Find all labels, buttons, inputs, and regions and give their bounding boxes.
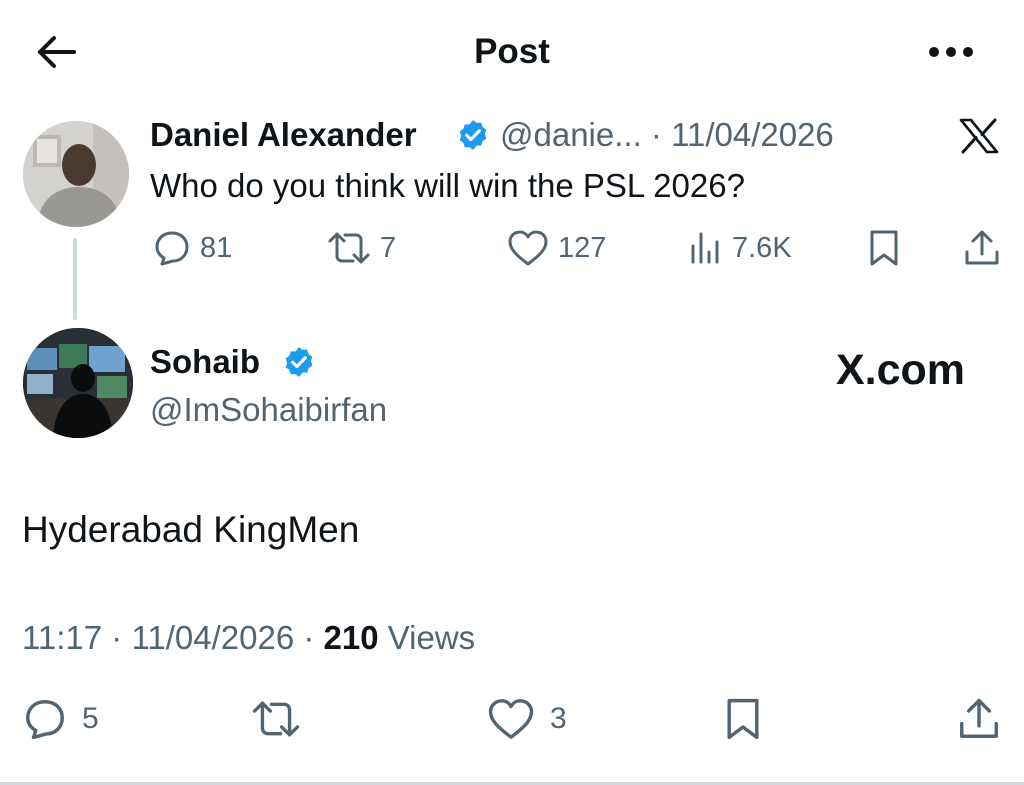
views-icon — [691, 232, 719, 264]
more-options-button[interactable] — [926, 36, 976, 68]
like-count: 127 — [558, 231, 607, 264]
views-count: 7.6K — [732, 231, 792, 264]
reply-count: 81 — [200, 231, 233, 264]
thread-connector-line — [73, 238, 77, 320]
avatar[interactable] — [23, 328, 133, 438]
x-com-watermark: X.com — [836, 346, 966, 394]
reply-icon — [26, 700, 64, 740]
post-text: Hyderabad KingMen — [22, 509, 360, 550]
like-button[interactable]: 127 — [506, 228, 606, 268]
reply-icon — [155, 231, 189, 266]
views-count: 210 — [323, 619, 379, 656]
author-handle-date[interactable]: @danie... · 11/04/2026 — [500, 113, 834, 157]
reply-button[interactable]: 81 — [152, 228, 232, 268]
profile-photo — [23, 121, 129, 227]
views-button[interactable]: 7.6K — [688, 228, 792, 268]
views-label: Views — [378, 619, 476, 656]
author-name[interactable]: Daniel Alexander — [150, 113, 417, 157]
profile-photo — [23, 328, 133, 438]
share-icon — [965, 230, 999, 265]
bookmark-icon — [870, 230, 898, 266]
bookmark-icon — [727, 698, 759, 740]
repost-icon — [252, 701, 300, 737]
reply-button[interactable]: 5 — [22, 696, 99, 742]
bookmark-button[interactable] — [866, 228, 910, 268]
post-timestamp: 11:17 · 11/04/2026 · — [22, 619, 324, 656]
like-count: 3 — [550, 702, 567, 735]
bookmark-button[interactable] — [722, 696, 778, 742]
repost-icon — [328, 232, 370, 264]
share-button[interactable] — [956, 696, 1016, 742]
share-button[interactable] — [962, 228, 1010, 268]
x-logo-icon — [959, 118, 999, 154]
author-handle[interactable]: @ImSohaibirfan — [150, 388, 387, 432]
page-title: Post — [474, 32, 550, 71]
repost-button[interactable] — [250, 696, 316, 742]
share-icon — [960, 698, 998, 738]
author-name[interactable]: Sohaib — [150, 340, 260, 384]
heart-icon — [488, 699, 534, 739]
verified-badge-icon — [456, 118, 490, 152]
post-metadata: 11:17 · 11/04/2026 · 210 Views — [22, 616, 475, 660]
avatar[interactable] — [23, 121, 129, 227]
verified-badge-icon — [282, 345, 316, 379]
post-text: Who do you think will win the PSL 2026? — [150, 167, 745, 204]
reply-count: 5 — [82, 702, 99, 735]
more-dots-icon — [929, 47, 973, 57]
repost-button[interactable]: 7 — [326, 228, 396, 268]
like-button[interactable]: 3 — [486, 696, 567, 742]
repost-count: 7 — [380, 231, 397, 264]
heart-icon — [508, 230, 548, 266]
